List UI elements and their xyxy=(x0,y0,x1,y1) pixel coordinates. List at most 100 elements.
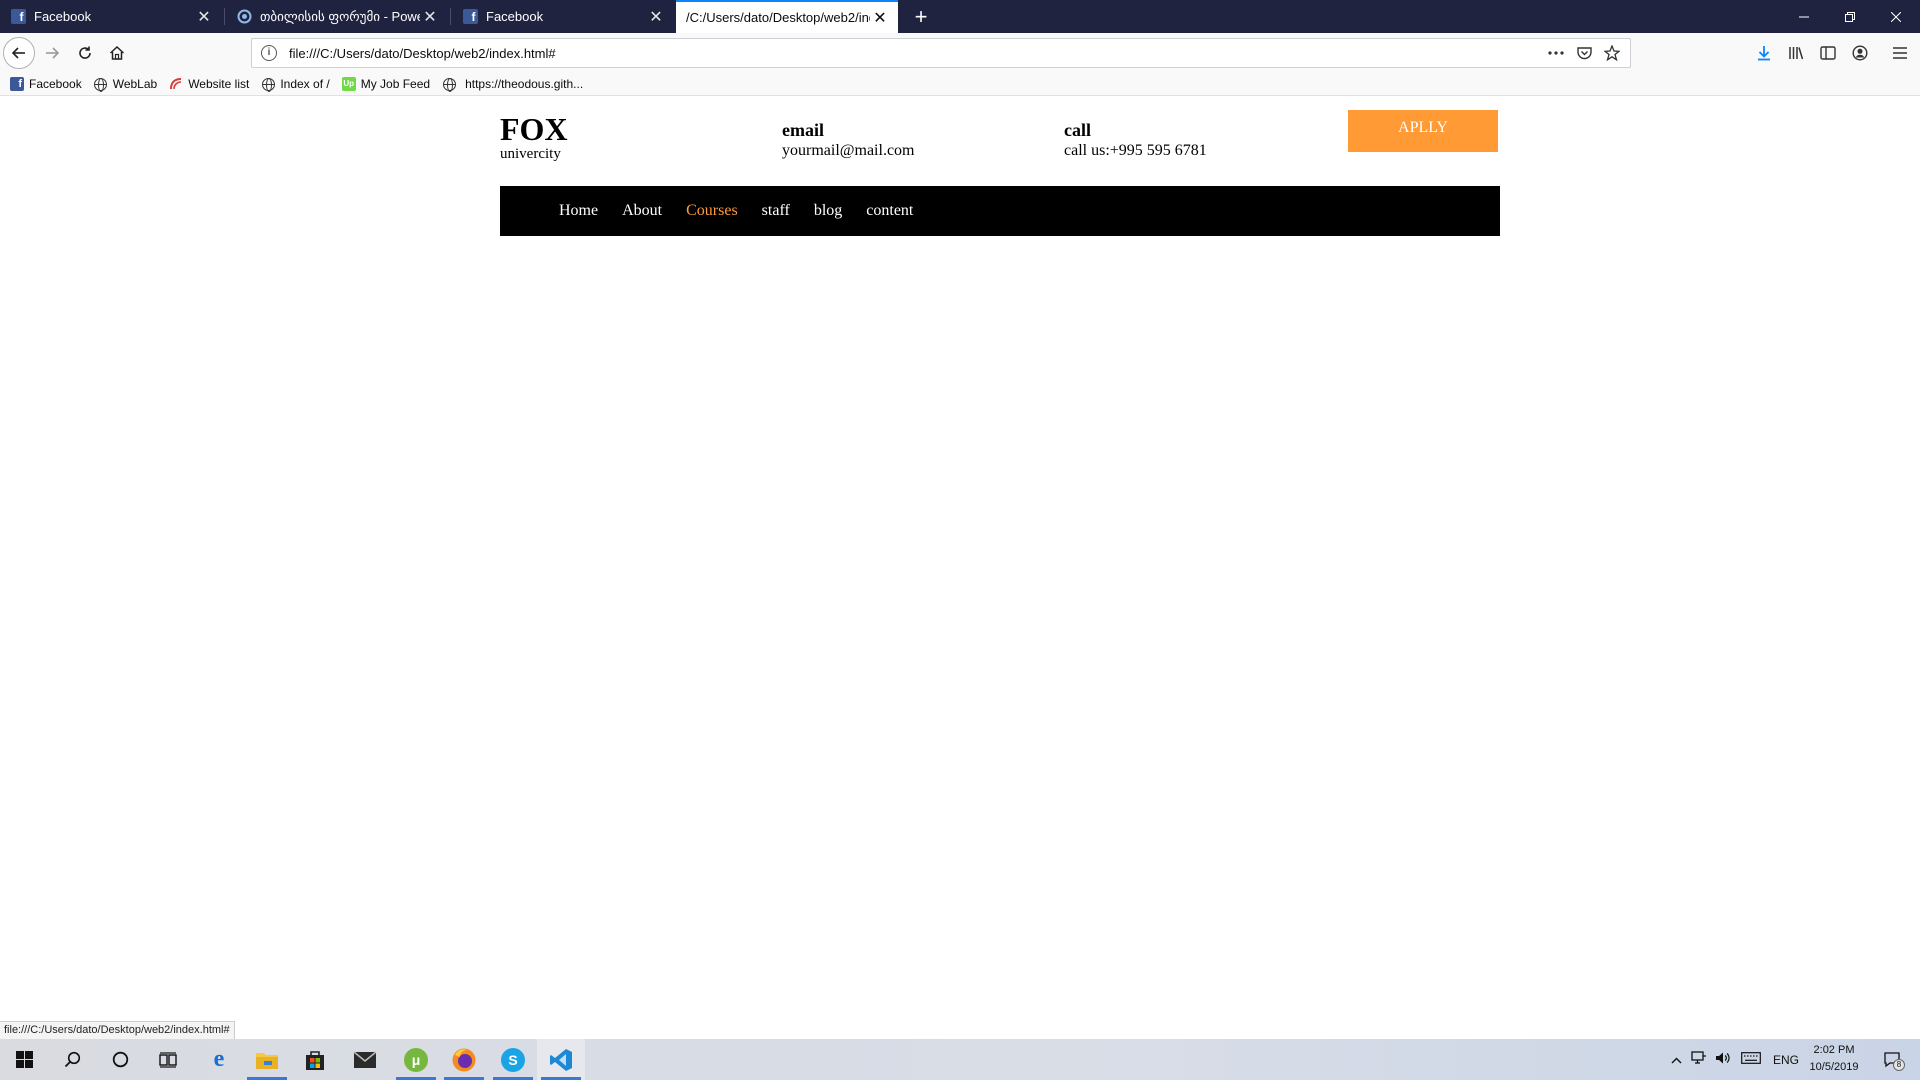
touch-keyboard-icon[interactable] xyxy=(1735,1052,1767,1067)
globe-icon xyxy=(442,77,456,92)
address-bar[interactable]: i file:///C:/Users/dato/Desktop/web2/ind… xyxy=(251,38,1631,68)
more-icon xyxy=(1548,51,1564,55)
bookmark-weblab[interactable]: WebLab xyxy=(94,77,158,92)
taskbar-mail[interactable] xyxy=(341,1039,389,1080)
status-url-tooltip: file:///C:/Users/dato/Desktop/web2/index… xyxy=(0,1021,235,1039)
url-field[interactable]: file:///C:/Users/dato/Desktop/web2/index… xyxy=(289,46,1542,61)
chevron-up-icon xyxy=(1671,1057,1681,1063)
call-value: call us:+995 595 6781 xyxy=(1064,142,1207,159)
new-tab-button[interactable]: + xyxy=(905,0,937,33)
taskbar-skype[interactable]: S xyxy=(489,1039,537,1080)
facebook-icon: f xyxy=(10,9,26,25)
tab-facebook-1[interactable]: f Facebook ✕ xyxy=(0,0,222,33)
menu-button[interactable] xyxy=(1887,40,1913,66)
taskbar-vscode[interactable] xyxy=(537,1039,585,1080)
restore-icon xyxy=(1845,11,1855,22)
cortana-icon xyxy=(112,1051,128,1068)
nav-link-blog[interactable]: blog xyxy=(814,202,842,220)
start-button[interactable] xyxy=(0,1039,48,1080)
bookmark-label: WebLab xyxy=(112,77,158,91)
store-icon xyxy=(306,1050,324,1070)
library-icon xyxy=(1789,47,1804,60)
globe-icon xyxy=(94,77,108,92)
taskbar-edge[interactable]: e xyxy=(195,1039,243,1080)
account-button[interactable] xyxy=(1847,40,1873,66)
utorrent-icon: μ xyxy=(404,1047,428,1072)
tab-facebook-2[interactable]: f Facebook ✕ xyxy=(452,0,674,33)
download-icon xyxy=(1758,46,1770,61)
taskbar-file-explorer[interactable] xyxy=(243,1039,291,1080)
tab-divider xyxy=(450,8,451,25)
facebook-icon: f xyxy=(10,77,24,91)
back-arrow-icon xyxy=(11,47,25,59)
plus-icon: + xyxy=(914,3,928,29)
vscode-icon xyxy=(550,1048,572,1071)
reload-icon xyxy=(79,46,91,59)
volume-icon[interactable] xyxy=(1711,1051,1735,1068)
tab-label: /C:/Users/dato/Desktop/web2/inde xyxy=(686,10,870,25)
reload-button[interactable] xyxy=(69,37,101,69)
bookmark-label: Facebook xyxy=(29,77,82,91)
website-list-icon xyxy=(169,77,183,91)
sidebar-icon xyxy=(1820,46,1836,60)
search-button[interactable] xyxy=(48,1039,96,1080)
nav-link-content[interactable]: content xyxy=(866,202,913,220)
tab-label: Facebook xyxy=(486,9,544,24)
clock-time: 2:02 PM xyxy=(1813,1044,1855,1056)
search-icon xyxy=(64,1051,80,1068)
back-button[interactable] xyxy=(3,37,35,69)
page-actions-button[interactable] xyxy=(1542,39,1570,67)
network-icon[interactable] xyxy=(1687,1051,1711,1068)
taskbar-store[interactable] xyxy=(291,1039,339,1080)
bookmark-my-job-feed[interactable]: Up My Job Feed xyxy=(341,77,430,91)
tab-label: თბილისის ფორუმი - Powe xyxy=(260,8,420,24)
home-icon xyxy=(109,45,125,60)
tab-forum[interactable]: თბილისის ფორუმი - Powe ✕ xyxy=(226,0,448,33)
show-hidden-icons-button[interactable] xyxy=(1665,1053,1687,1067)
pocket-button[interactable] xyxy=(1570,39,1598,67)
email-value: yourmail@mail.com xyxy=(782,142,915,159)
tab-divider xyxy=(224,8,225,25)
mail-icon xyxy=(353,1050,377,1068)
tab-local-file[interactable]: /C:/Users/dato/Desktop/web2/inde ✕ xyxy=(676,0,898,33)
nav-link-staff[interactable]: staff xyxy=(762,202,790,220)
nav-link-about[interactable]: About xyxy=(622,202,662,220)
home-button[interactable] xyxy=(101,37,133,69)
logo-title[interactable]: FOX xyxy=(500,113,568,145)
bookmark-star-button[interactable] xyxy=(1598,39,1626,67)
close-icon[interactable]: ✕ xyxy=(870,8,890,28)
action-center-button[interactable]: 8 xyxy=(1878,1039,1908,1080)
nav-link-courses[interactable]: Courses xyxy=(686,202,738,220)
cortana-button[interactable] xyxy=(96,1039,144,1080)
taskbar-utorrent[interactable]: μ xyxy=(392,1039,440,1080)
downloads-button[interactable] xyxy=(1751,40,1777,66)
bookmark-theodous[interactable]: https://theodous.gith... xyxy=(442,77,583,92)
task-view-button[interactable] xyxy=(144,1039,192,1080)
sidebar-button[interactable] xyxy=(1815,40,1841,66)
windows-icon xyxy=(15,1051,33,1068)
restore-button[interactable] xyxy=(1827,0,1873,33)
task-view-icon xyxy=(159,1051,177,1068)
close-window-button[interactable] xyxy=(1873,0,1919,33)
bookmark-website-list[interactable]: Website list xyxy=(169,77,249,91)
minimize-button[interactable] xyxy=(1781,0,1827,33)
library-button[interactable] xyxy=(1783,40,1809,66)
logo-subtitle: univercity xyxy=(500,146,561,162)
forward-button[interactable] xyxy=(36,37,68,69)
clock[interactable]: 2:02 PM 10/5/2019 xyxy=(1800,1042,1868,1076)
notification-icon: 8 xyxy=(1884,1051,1905,1071)
close-icon[interactable]: ✕ xyxy=(646,7,666,27)
site-info-icon[interactable]: i xyxy=(261,45,277,61)
close-icon[interactable]: ✕ xyxy=(420,7,440,27)
taskbar-firefox[interactable] xyxy=(440,1039,488,1080)
nav-link-home[interactable]: Home xyxy=(559,202,598,220)
apply-button[interactable]: APLLY xyxy=(1348,110,1498,152)
language-indicator[interactable]: ENG xyxy=(1773,1053,1799,1067)
browser-tab-strip: f Facebook ✕ თბილისის ფორუმი - Powe ✕ f … xyxy=(0,0,1920,33)
bookmark-index-of[interactable]: Index of / xyxy=(261,77,330,92)
star-icon xyxy=(1604,45,1620,61)
hamburger-icon xyxy=(1893,47,1907,59)
folder-icon xyxy=(256,1052,278,1069)
bookmark-facebook[interactable]: f Facebook xyxy=(10,77,82,91)
close-icon[interactable]: ✕ xyxy=(194,7,214,27)
